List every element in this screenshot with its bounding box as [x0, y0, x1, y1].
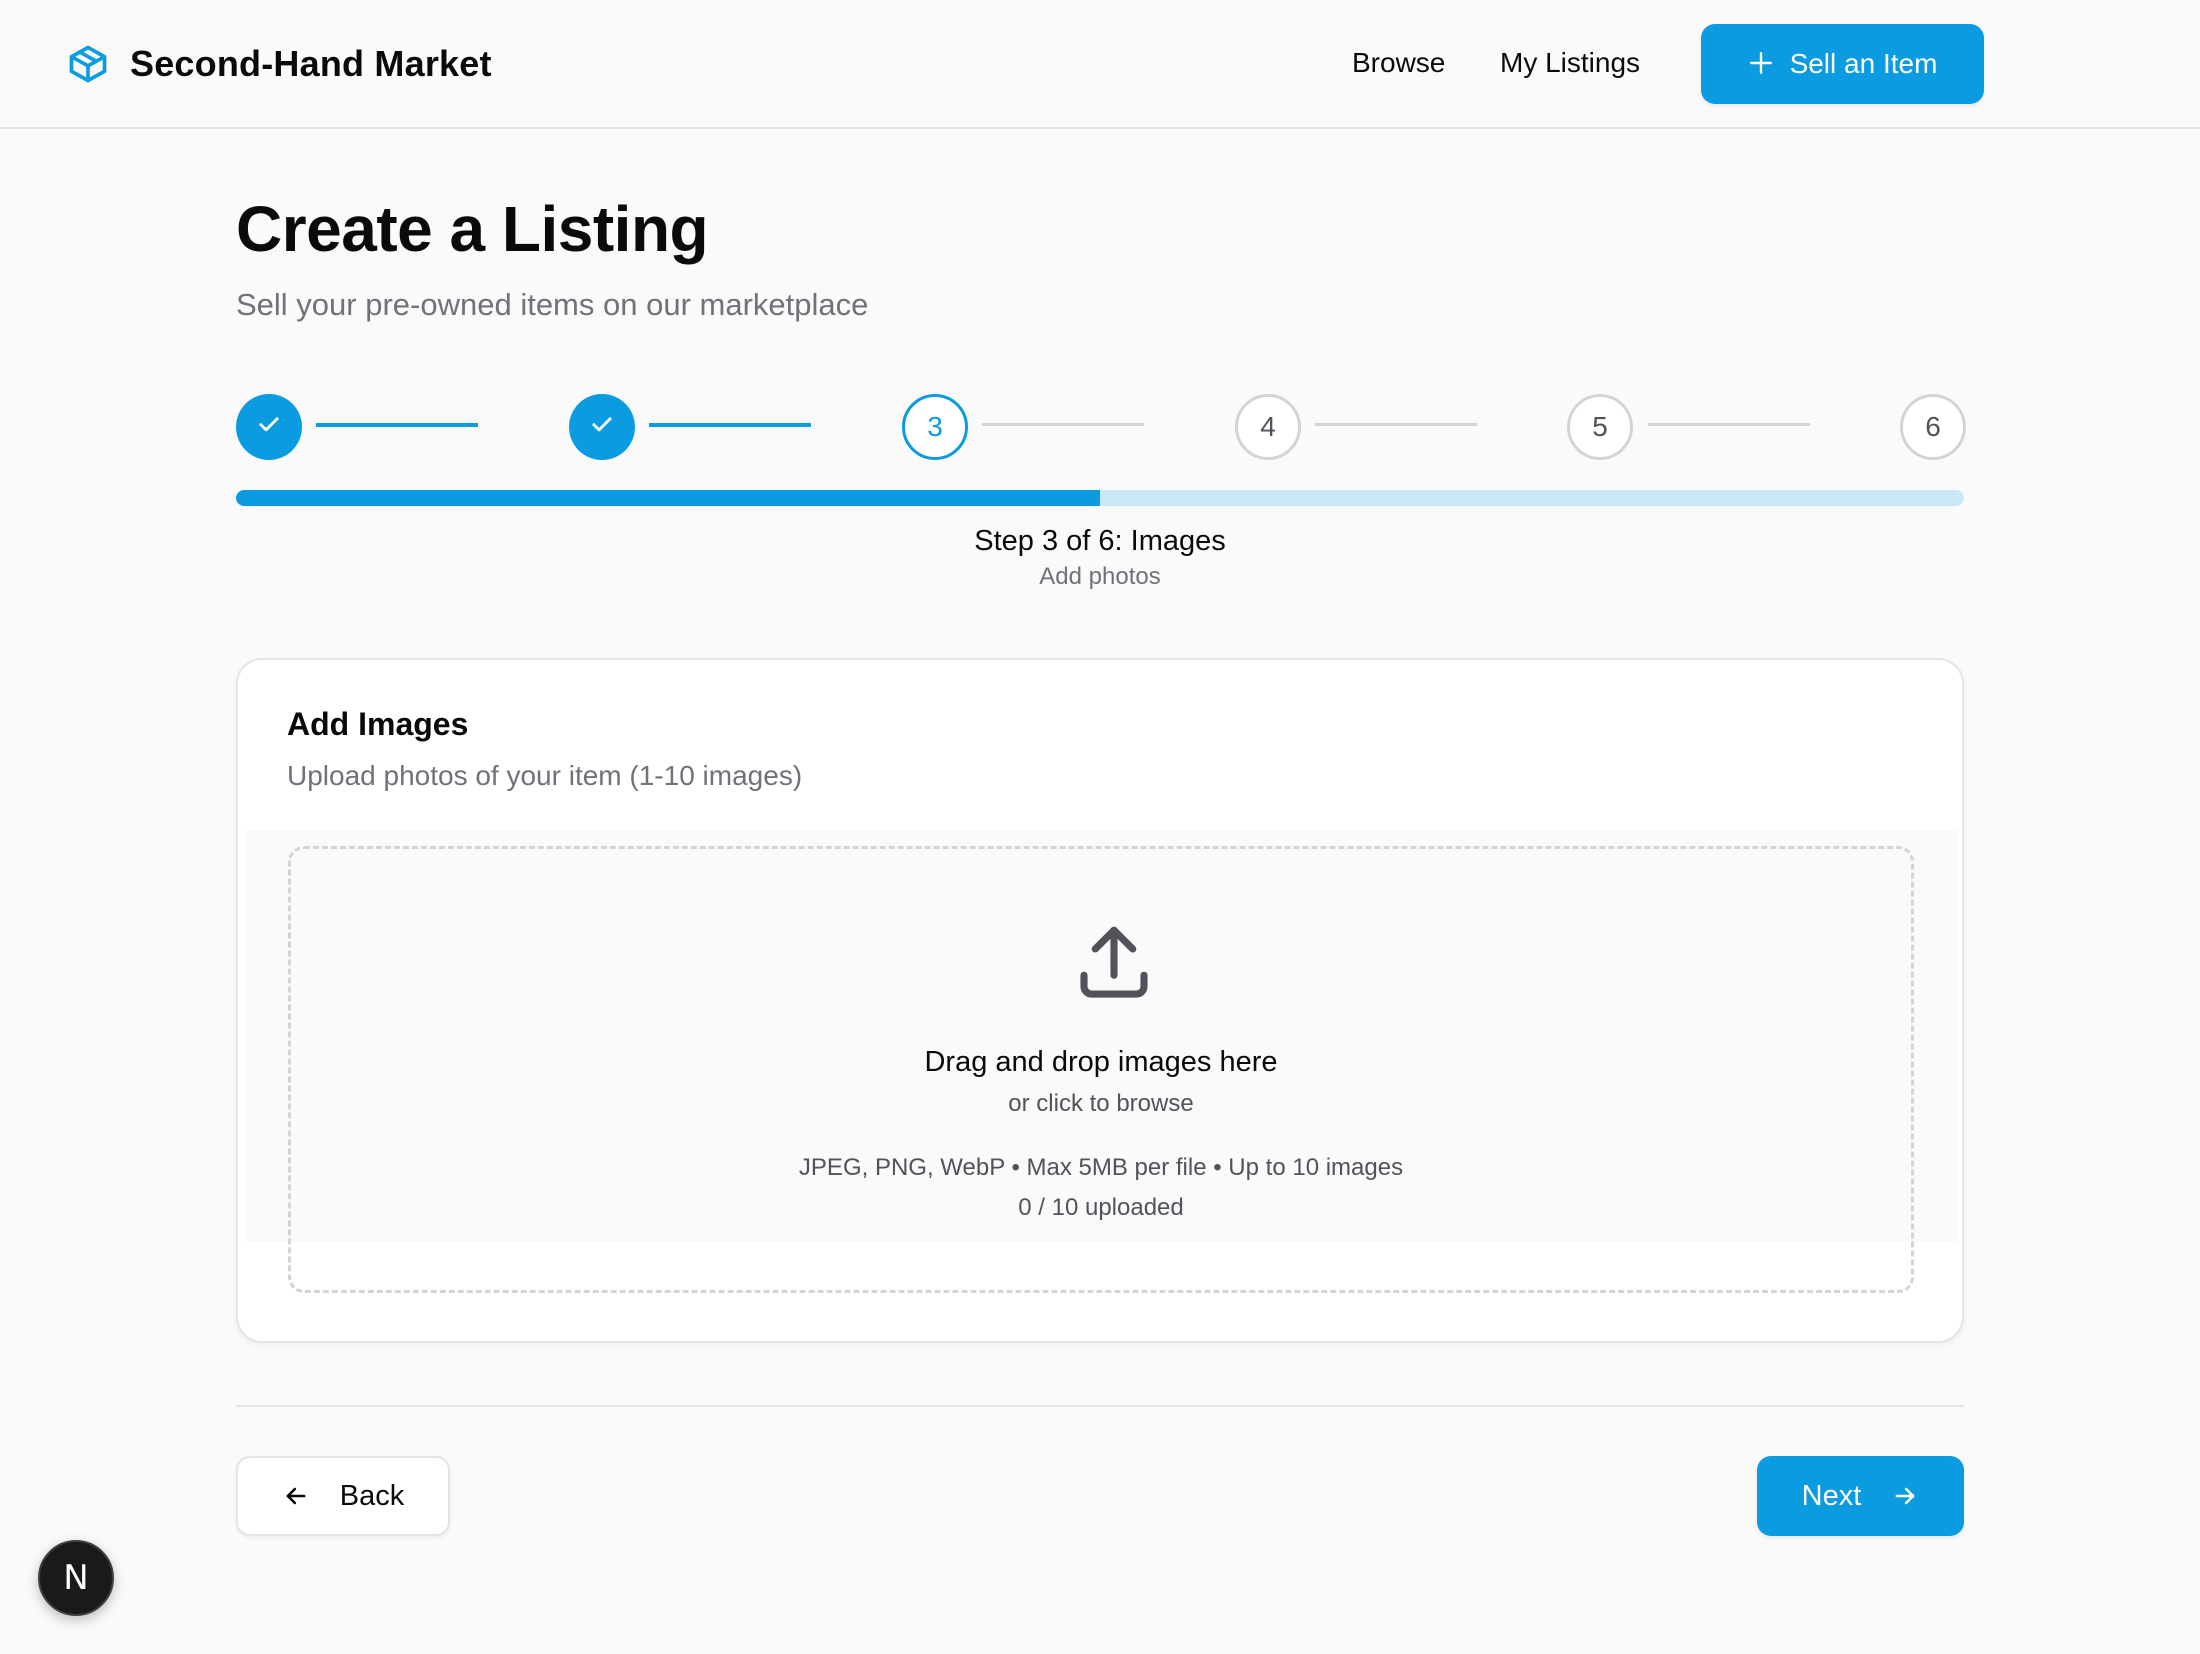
plus-icon [1748, 46, 1774, 82]
step-2-complete [569, 394, 635, 460]
step-5: 5 [1567, 394, 1633, 460]
sell-an-item-label: Sell an Item [1789, 48, 1938, 79]
top-navbar: Second-Hand Market Browse My Listings Se… [0, 0, 2200, 129]
images-card: Add Images Upload photos of your item (1… [236, 658, 1964, 1343]
progress-bar [236, 490, 1964, 506]
next-button[interactable]: Next [1757, 1456, 1964, 1536]
card-description: Upload photos of your item (1-10 images) [287, 760, 803, 791]
dropzone-title: Drag and drop images here [924, 1046, 1278, 1078]
back-button[interactable]: Back [236, 1456, 450, 1536]
check-icon [255, 410, 283, 445]
step-sub-label: Add photos [1039, 563, 1161, 590]
dropzone-file-info: JPEG, PNG, WebP • Max 5MB per file • Up … [798, 1154, 1404, 1181]
upload-icon [1069, 919, 1159, 1009]
page-subtitle: Sell your pre-owned items on our marketp… [236, 287, 869, 322]
sell-an-item-button[interactable]: Sell an Item [1701, 24, 1984, 104]
page-title: Create a Listing [236, 193, 709, 265]
arrow-right-icon [1891, 1482, 1919, 1510]
arrow-left-icon [282, 1482, 310, 1510]
step-4: 4 [1235, 394, 1301, 460]
step-1-complete [236, 394, 302, 460]
dev-tools-badge[interactable]: N [38, 1540, 114, 1616]
brand-name: Second-Hand Market [130, 43, 492, 84]
brand[interactable]: Second-Hand Market [64, 40, 492, 88]
next-label: Next [1801, 1479, 1862, 1512]
step-connector [982, 423, 1144, 426]
dropzone-subtitle: or click to browse [1008, 1090, 1194, 1117]
step-connector [649, 423, 811, 427]
package-icon [64, 40, 112, 88]
step-connector [1648, 423, 1810, 426]
check-icon [588, 410, 616, 445]
image-dropzone[interactable]: Drag and drop images here or click to br… [288, 846, 1914, 1293]
progress-bar-fill [236, 490, 1100, 506]
card-title: Add Images [287, 706, 469, 742]
step-label: Step 3 of 6: Images [974, 525, 1226, 557]
step-6: 6 [1900, 394, 1966, 460]
nav-my-listings-link[interactable]: My Listings [1500, 47, 1640, 79]
upload-count: 0 / 10 uploaded [1018, 1194, 1184, 1221]
step-connector [1315, 423, 1477, 426]
step-3-current: 3 [902, 394, 968, 460]
step-connector [316, 423, 478, 427]
nav-browse-link[interactable]: Browse [1352, 47, 1445, 79]
back-label: Back [339, 1479, 405, 1512]
footer-divider [236, 1405, 1964, 1407]
